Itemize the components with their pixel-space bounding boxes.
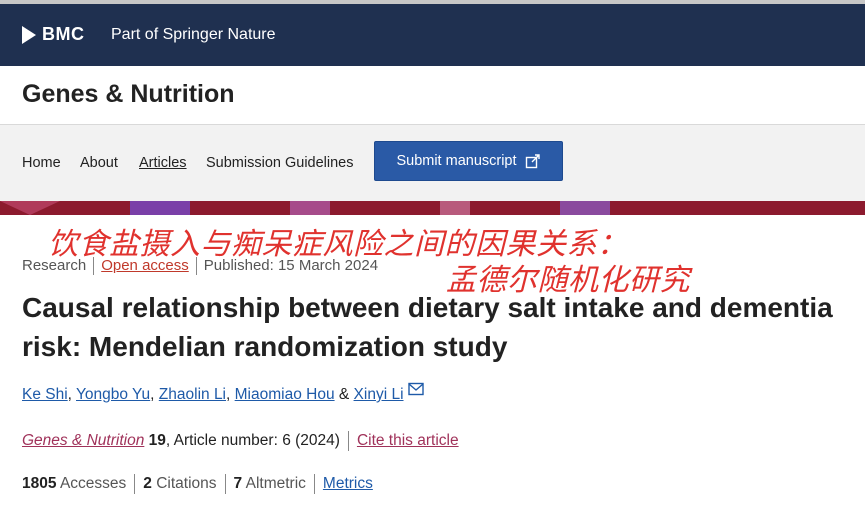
citation-line: Genes & Nutrition 19, Article number: 6 … — [22, 431, 459, 451]
journal-link[interactable]: Genes & Nutrition — [22, 432, 144, 449]
nav-about[interactable]: About — [80, 155, 118, 171]
separator — [224, 474, 226, 494]
separator — [195, 257, 197, 276]
separator — [134, 474, 136, 494]
bmc-logo-text: BMC — [42, 24, 85, 44]
author-link[interactable]: Zhaolin Li — [159, 386, 226, 403]
citations-count: 2 — [143, 475, 152, 493]
journal-title[interactable]: Genes & Nutrition — [22, 80, 235, 109]
separator — [313, 474, 315, 494]
article-meta: Research Open access Published: 15 March 2… — [22, 257, 379, 276]
altmetric-label: Altmetric — [245, 475, 306, 493]
citations-label: Citations — [156, 475, 217, 493]
volume: 19 — [148, 432, 166, 450]
springer-nature-tagline[interactable]: Part of Springer Nature — [111, 26, 276, 44]
bmc-logo[interactable]: BMC — [22, 24, 85, 45]
accesses-label: Accesses — [59, 475, 127, 493]
accesses-count: 1805 — [22, 475, 57, 493]
cite-this-article-link[interactable]: Cite this article — [357, 432, 459, 449]
separator — [347, 431, 349, 451]
nav-submission-guidelines[interactable]: Submission Guidelines — [206, 155, 354, 171]
article-metrics: 1805 Accesses 2 Citations 7 Altmetric Metri… — [22, 474, 373, 494]
nav-articles[interactable]: Articles — [139, 155, 187, 171]
external-link-icon — [525, 153, 541, 169]
author-link[interactable]: Ke Shi — [22, 386, 68, 403]
mail-icon[interactable] — [407, 382, 424, 401]
nav-home[interactable]: Home — [22, 155, 61, 171]
altmetric-count: 7 — [233, 475, 243, 493]
article-type: Research — [22, 257, 87, 274]
published-date: Published: 15 March 2024 — [203, 257, 379, 274]
submit-manuscript-button[interactable]: Submit manuscript — [374, 141, 563, 181]
author-link[interactable]: Miaomiao Hou — [235, 386, 335, 403]
metrics-link[interactable]: Metrics — [323, 475, 373, 492]
accent-band — [0, 201, 865, 215]
author-link[interactable]: Yongbo Yu — [76, 386, 150, 403]
open-access-link[interactable]: Open access — [101, 257, 189, 274]
author-list: Ke Shi, Yongbo Yu, Zhaolin Li, Miaomiao … — [22, 382, 424, 404]
article-number: , Article number: 6 (2024) — [165, 432, 340, 450]
author-link[interactable]: Xinyi Li — [354, 386, 404, 403]
article-title: Causal relationship between dietary salt… — [22, 292, 833, 362]
submit-manuscript-label: Submit manuscript — [396, 153, 517, 169]
bmc-logo-icon — [22, 25, 36, 44]
separator — [93, 257, 95, 276]
brand-bar: BMC Part of Springer Nature — [0, 4, 865, 66]
